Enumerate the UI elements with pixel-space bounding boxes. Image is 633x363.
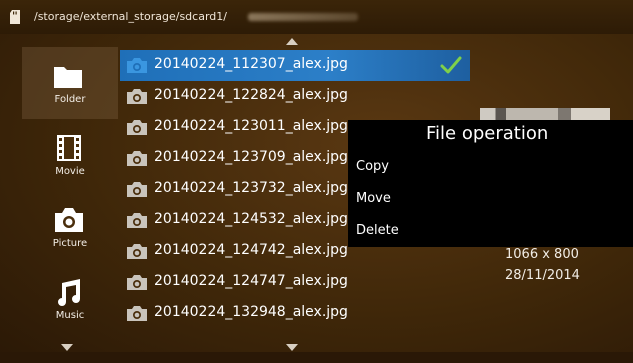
file-name: 20140224_122824_alex.jpg [154, 87, 348, 103]
sidebar-item-folder[interactable]: Folder [22, 47, 118, 119]
camera-icon [127, 89, 147, 104]
sidebar-item-music[interactable]: Music [22, 263, 118, 335]
camera-icon [127, 182, 147, 197]
popup-title: File operation [426, 123, 549, 144]
file-name: 20140224_132948_alex.jpg [154, 304, 348, 320]
image-date: 28/11/2014 [505, 268, 580, 283]
sidebar-item-picture[interactable]: Picture [22, 191, 118, 263]
sidebar-item-label: Picture [52, 238, 88, 249]
camera-icon [127, 213, 147, 228]
list-item[interactable]: 20140224_122824_alex.jpg [120, 81, 470, 112]
camera-icon [127, 306, 147, 321]
file-name: 20140224_124742_alex.jpg [154, 242, 348, 258]
file-name: 20140224_124747_alex.jpg [154, 273, 348, 289]
list-item[interactable]: 20140224_124747_alex.jpg [120, 267, 470, 298]
copy-menu-item[interactable]: Copy [356, 159, 389, 174]
file-name: 20140224_123011_alex.jpg [154, 118, 348, 134]
camera-icon [127, 151, 147, 166]
list-scroll-down-icon[interactable] [286, 344, 298, 351]
sidebar-item-movie[interactable]: Movie [22, 119, 118, 191]
camera-icon [127, 244, 147, 259]
camera-icon [55, 208, 83, 232]
file-name: 20140224_123709_alex.jpg [154, 149, 348, 165]
image-resolution: 1066 x 800 [505, 247, 579, 262]
list-scroll-up-icon[interactable] [286, 38, 298, 45]
camera-icon [127, 58, 147, 73]
path-redacted [248, 13, 358, 21]
current-path: /storage/external_storage/sdcard1/ [34, 10, 227, 23]
sidebar-item-label: Music [55, 310, 85, 321]
sidebar-item-label: Movie [55, 166, 85, 177]
list-item[interactable]: 20140224_112307_alex.jpg [120, 50, 470, 81]
delete-menu-item[interactable]: Delete [356, 223, 399, 238]
bottom-bar [0, 352, 633, 363]
film-icon [57, 135, 81, 161]
category-sidebar: Folder Movie Picture Music [22, 47, 118, 347]
sidebar-scroll-down-icon[interactable] [61, 344, 73, 351]
sd-card-icon [10, 10, 20, 24]
file-browser-window: /storage/external_storage/sdcard1/ Folde… [0, 0, 633, 363]
move-menu-item[interactable]: Move [356, 191, 391, 206]
file-name: 20140224_123732_alex.jpg [154, 180, 348, 196]
sidebar-item-label: Folder [54, 94, 86, 105]
folder-icon [54, 67, 82, 88]
camera-icon [127, 275, 147, 290]
checkmark-icon [440, 56, 462, 74]
file-name: 20140224_112307_alex.jpg [154, 56, 348, 72]
camera-icon [127, 120, 147, 135]
file-name: 20140224_124532_alex.jpg [154, 211, 348, 227]
file-operation-popup: File operation Copy Move Delete [348, 120, 633, 247]
header-bar: /storage/external_storage/sdcard1/ [0, 0, 633, 34]
list-item[interactable]: 20140224_132948_alex.jpg [120, 298, 470, 329]
music-note-icon [58, 279, 80, 306]
